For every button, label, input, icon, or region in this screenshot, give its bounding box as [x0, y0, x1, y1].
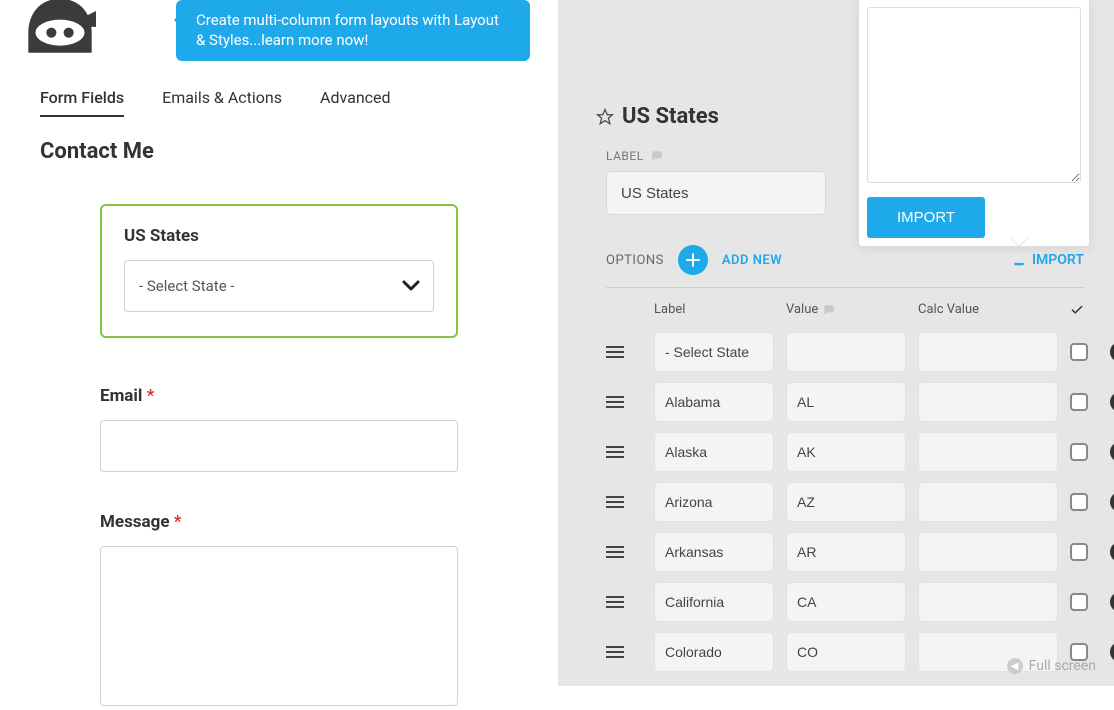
tab-form-fields[interactable]: Form Fields [40, 88, 124, 117]
option-value-input[interactable] [786, 532, 906, 572]
option-delete-button[interactable] [1110, 642, 1114, 662]
option-label-input[interactable] [654, 582, 774, 622]
option-value-input[interactable] [786, 582, 906, 622]
field-email[interactable]: Email * [100, 386, 458, 472]
option-label-input[interactable] [654, 532, 774, 572]
field-label-email: Email * [100, 386, 458, 406]
email-input[interactable] [100, 420, 458, 472]
options-caption: OPTIONS [606, 253, 664, 268]
star-outline-icon[interactable] [596, 108, 614, 126]
option-row [606, 527, 1084, 577]
options-table: Label Value Calc Value [606, 287, 1084, 677]
col-value: Value [786, 302, 818, 317]
import-popover: IMPORT [858, 0, 1090, 247]
drag-handle-icon[interactable] [606, 496, 624, 508]
option-delete-button[interactable] [1110, 392, 1114, 412]
option-calc-input[interactable] [918, 482, 1058, 522]
comment-icon [822, 303, 836, 317]
col-label: Label [654, 302, 774, 317]
add-new-link[interactable]: ADD NEW [722, 253, 782, 268]
drag-handle-icon[interactable] [606, 646, 624, 658]
option-delete-button[interactable] [1110, 442, 1114, 462]
option-label-input[interactable] [654, 632, 774, 672]
option-row [606, 577, 1084, 627]
option-calc-input[interactable] [918, 382, 1058, 422]
option-default-checkbox[interactable] [1070, 343, 1088, 361]
option-calc-input[interactable] [918, 532, 1058, 572]
import-textarea[interactable] [867, 7, 1081, 183]
tab-emails-actions[interactable]: Emails & Actions [162, 88, 282, 117]
comment-icon [650, 149, 664, 163]
tab-advanced[interactable]: Advanced [320, 88, 391, 117]
option-label-input[interactable] [654, 332, 774, 372]
option-label-input[interactable] [654, 482, 774, 522]
option-label-input[interactable] [654, 382, 774, 422]
drag-handle-icon[interactable] [606, 346, 624, 358]
option-default-checkbox[interactable] [1070, 593, 1088, 611]
option-label-input[interactable] [654, 432, 774, 472]
full-screen-toggle[interactable]: ◀ Full screen [1007, 658, 1096, 674]
option-calc-input[interactable] [918, 332, 1058, 372]
option-delete-button[interactable] [1110, 542, 1114, 562]
option-row [606, 377, 1084, 427]
builder-tabs: Form Fields Emails & Actions Advanced [0, 56, 558, 117]
field-label-us-states: US States [124, 226, 434, 246]
field-message[interactable]: Message * [100, 512, 458, 710]
add-option-button[interactable] [678, 245, 708, 275]
popover-caret-icon [1009, 236, 1029, 256]
option-value-input[interactable] [786, 632, 906, 672]
option-default-checkbox[interactable] [1070, 443, 1088, 461]
label-caption: LABEL [606, 149, 826, 163]
option-calc-input[interactable] [918, 582, 1058, 622]
ninja-logo-icon [24, 0, 96, 56]
option-row [606, 327, 1084, 377]
option-value-input[interactable] [786, 432, 906, 472]
drag-handle-icon[interactable] [606, 596, 624, 608]
option-row [606, 427, 1084, 477]
option-delete-button[interactable] [1110, 342, 1114, 362]
field-label-message: Message * [100, 512, 458, 532]
drag-handle-icon[interactable] [606, 446, 624, 458]
col-default [1070, 303, 1098, 317]
message-textarea[interactable] [100, 546, 458, 706]
option-calc-input[interactable] [918, 432, 1058, 472]
drag-handle-icon[interactable] [606, 396, 624, 408]
col-calc-value: Calc Value [918, 302, 1058, 317]
option-row [606, 477, 1084, 527]
field-us-states[interactable]: US States - Select State - [100, 204, 458, 338]
promo-message[interactable]: Create multi-column form layouts with La… [176, 0, 530, 61]
drag-handle-icon[interactable] [606, 546, 624, 558]
chevron-left-icon: ◀ [1007, 658, 1023, 674]
option-delete-button[interactable] [1110, 492, 1114, 512]
form-title: Contact Me [0, 117, 558, 164]
field-settings-title: US States [622, 104, 719, 129]
option-delete-button[interactable] [1110, 592, 1114, 612]
option-default-checkbox[interactable] [1070, 493, 1088, 511]
option-value-input[interactable] [786, 482, 906, 522]
import-submit-button[interactable]: IMPORT [867, 197, 985, 238]
field-label-input[interactable] [606, 171, 826, 215]
option-value-input[interactable] [786, 382, 906, 422]
us-states-select[interactable]: - Select State - [124, 260, 434, 312]
option-default-checkbox[interactable] [1070, 393, 1088, 411]
option-default-checkbox[interactable] [1070, 543, 1088, 561]
option-value-input[interactable] [786, 332, 906, 372]
